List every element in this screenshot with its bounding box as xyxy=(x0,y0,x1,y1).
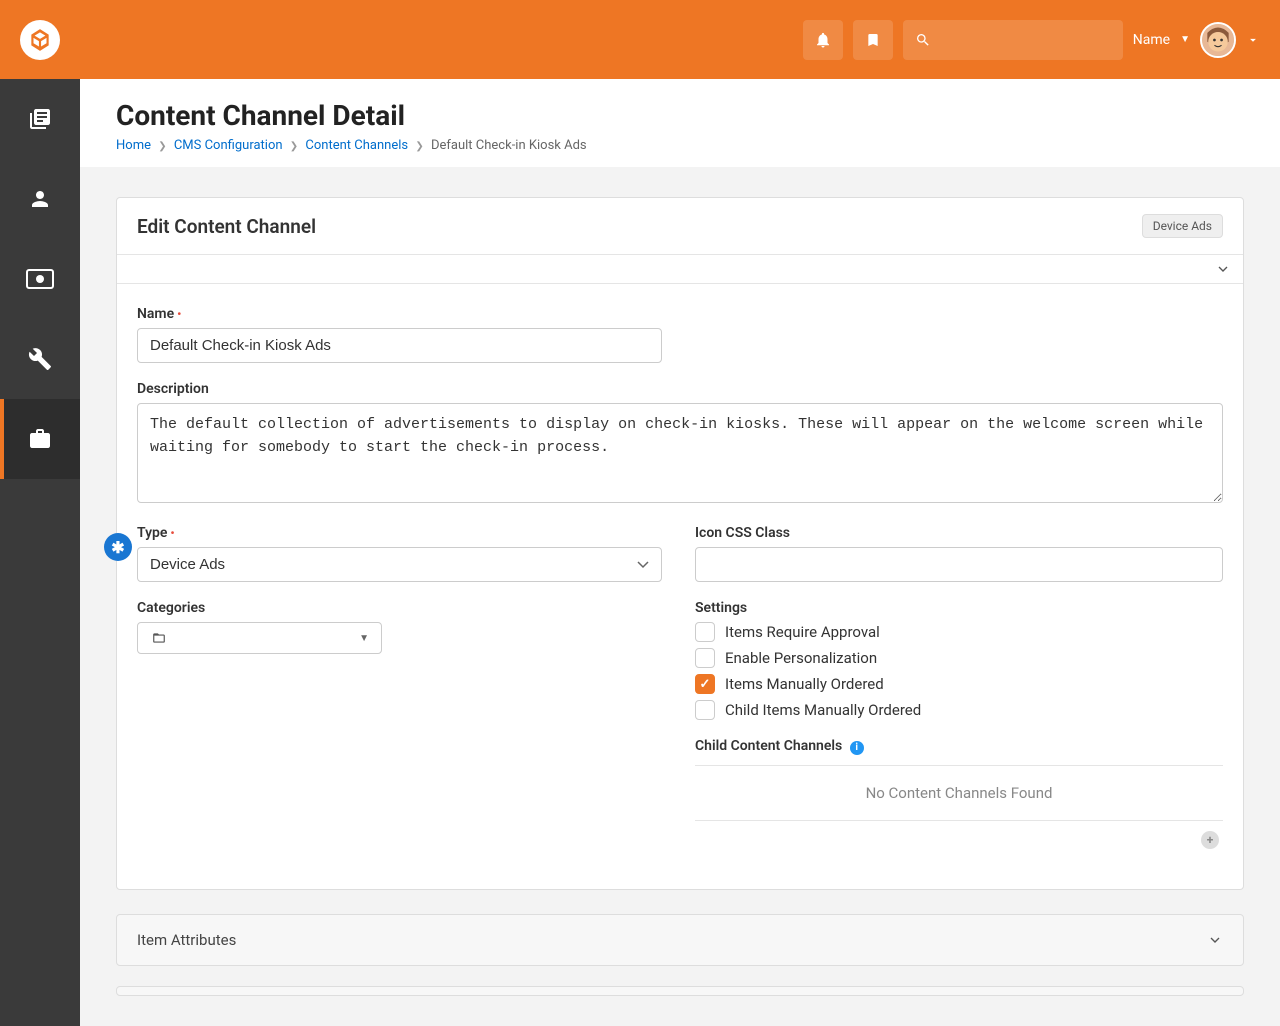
checkbox-approval[interactable] xyxy=(695,622,715,642)
checkbox-approval-label: Items Require Approval xyxy=(725,623,880,641)
search-input[interactable] xyxy=(903,20,1123,60)
type-label: Type xyxy=(137,525,665,541)
name-label: Name xyxy=(137,306,1223,322)
settings-label: Settings xyxy=(695,600,1223,616)
type-select[interactable]: Device Ads xyxy=(137,547,662,582)
item-attributes-panel[interactable]: Item Attributes xyxy=(116,914,1244,966)
item-attributes-title: Item Attributes xyxy=(137,931,236,949)
chevron-down-icon xyxy=(1207,932,1223,948)
notifications-button[interactable] xyxy=(803,20,843,60)
caret-down-icon: ▼ xyxy=(1180,34,1190,45)
icon-css-label: Icon CSS Class xyxy=(695,525,1223,541)
edit-panel: Edit Content Channel Device Ads Name Des… xyxy=(116,197,1244,890)
chevron-right-icon: ❯ xyxy=(290,141,298,152)
categories-picker[interactable]: ▼ xyxy=(137,622,382,654)
checkbox-personalization[interactable] xyxy=(695,648,715,668)
wrench-icon xyxy=(28,347,52,371)
sidebar-item-4[interactable] xyxy=(0,319,80,399)
description-label: Description xyxy=(137,381,1223,397)
chevron-right-icon: ❯ xyxy=(415,141,423,152)
person-icon xyxy=(28,187,52,211)
sidebar-item-3[interactable] xyxy=(0,239,80,319)
description-textarea[interactable]: The default collection of advertisements… xyxy=(137,403,1223,503)
child-channels-empty: No Content Channels Found xyxy=(695,766,1223,821)
rock-logo-icon xyxy=(27,27,53,53)
checkbox-manual-order[interactable] xyxy=(695,674,715,694)
checkbox-child-manual[interactable] xyxy=(695,700,715,720)
folder-open-icon xyxy=(150,631,168,645)
breadcrumb-current: Default Check-in Kiosk Ads xyxy=(431,138,587,153)
bell-icon xyxy=(814,31,832,49)
chevron-right-icon: ❯ xyxy=(158,141,166,152)
checkbox-personalization-label: Enable Personalization xyxy=(725,649,877,667)
sidebar-item-2[interactable] xyxy=(0,159,80,239)
icon-css-input[interactable] xyxy=(695,547,1223,582)
page-header: Content Channel Detail Home ❯ CMS Config… xyxy=(80,79,1280,167)
main-content: Content Channel Detail Home ❯ CMS Config… xyxy=(80,79,1280,1026)
checkbox-child-manual-label: Child Items Manually Ordered xyxy=(725,701,921,719)
info-icon[interactable]: i xyxy=(850,741,864,755)
sidebar-item-5[interactable] xyxy=(0,399,80,479)
caret-down-icon: ▼ xyxy=(359,633,369,644)
chevron-down-icon xyxy=(1246,33,1260,47)
breadcrumb-channels[interactable]: Content Channels xyxy=(305,138,408,153)
user-name-label: Name xyxy=(1133,32,1170,48)
sidebar-item-1[interactable] xyxy=(0,79,80,159)
add-child-channel-button[interactable]: + xyxy=(1201,831,1219,849)
book-icon xyxy=(28,107,52,131)
next-panel-placeholder[interactable] xyxy=(116,986,1244,996)
topbar: Name ▼ xyxy=(0,0,1280,79)
name-input[interactable] xyxy=(137,328,662,363)
breadcrumb: Home ❯ CMS Configuration ❯ Content Chann… xyxy=(116,138,1244,153)
breadcrumb-cms[interactable]: CMS Configuration xyxy=(174,138,283,153)
chevron-down-icon[interactable] xyxy=(1215,261,1231,277)
user-menu[interactable]: Name ▼ xyxy=(1133,22,1260,58)
page-title: Content Channel Detail xyxy=(116,99,1244,132)
required-badge-icon: ✱ xyxy=(104,533,132,561)
type-badge: Device Ads xyxy=(1142,214,1223,238)
bookmark-button[interactable] xyxy=(853,20,893,60)
checkbox-manual-order-label: Items Manually Ordered xyxy=(725,675,884,693)
avatar xyxy=(1200,22,1236,58)
panel-title: Edit Content Channel xyxy=(137,215,316,238)
avatar-face-icon xyxy=(1202,22,1234,58)
sidebar xyxy=(0,79,80,1026)
money-icon xyxy=(26,269,54,289)
toolbox-icon xyxy=(28,427,52,451)
child-channels-label: Child Content Channels i xyxy=(695,738,1223,755)
logo[interactable] xyxy=(20,20,60,60)
bookmark-icon xyxy=(865,31,881,49)
search-icon xyxy=(915,32,931,48)
breadcrumb-home[interactable]: Home xyxy=(116,138,151,153)
categories-label: Categories xyxy=(137,600,665,616)
